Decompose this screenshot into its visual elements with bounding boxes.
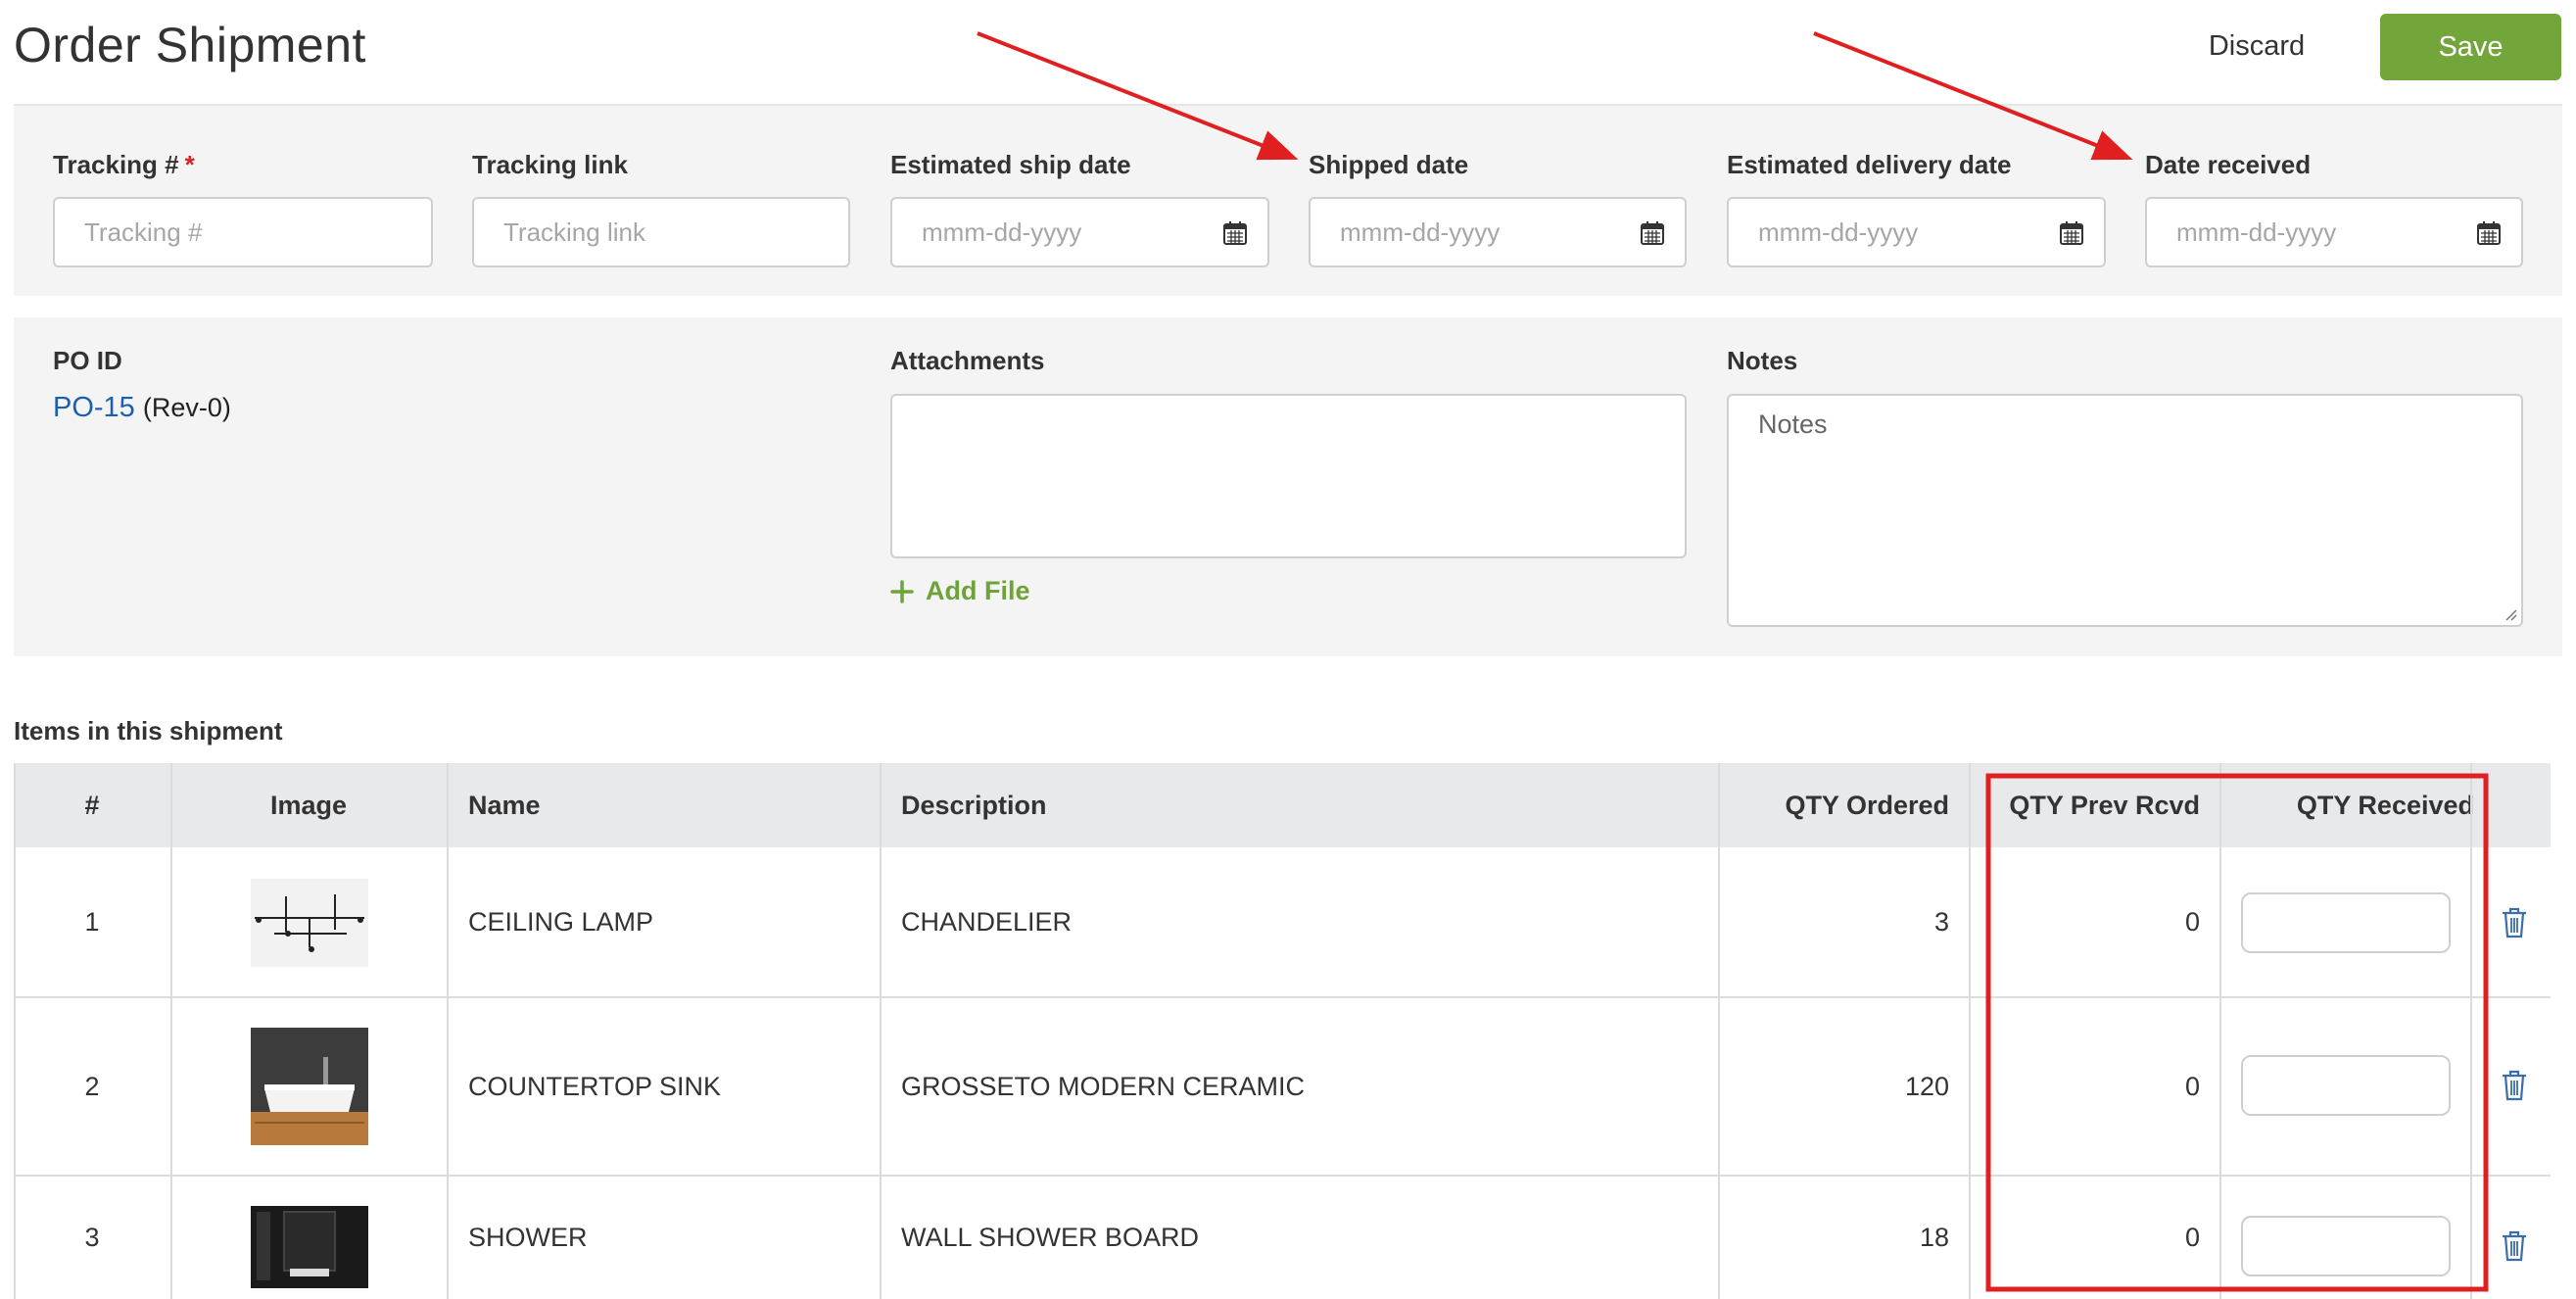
item-description: WALL SHOWER BOARD (901, 1223, 1200, 1252)
trash-icon[interactable] (2500, 906, 2529, 939)
page-title: Order Shipment (14, 18, 366, 72)
shipped-date-placeholder: mmm-dd-yyyy (1340, 216, 1501, 247)
qty-received-input[interactable] (2241, 1216, 2451, 1276)
tracking-number-label: Tracking # * (53, 149, 195, 180)
row-number: 1 (84, 906, 100, 937)
shower-image (251, 1206, 368, 1288)
items-section-label: Items in this shipment (14, 716, 283, 746)
column-header-number: # (84, 790, 100, 820)
item-name: SHOWER (468, 1223, 588, 1252)
row-number: 3 (84, 1223, 100, 1252)
po-id-label: PO ID (53, 346, 122, 375)
date-received-input[interactable]: mmm-dd-yyyy (2145, 197, 2523, 267)
add-file-label: Add File (926, 576, 1030, 605)
product-thumbnail-countertop-sink (251, 1028, 368, 1145)
qty-prev-received: 0 (2184, 906, 2200, 937)
estimated-ship-date-placeholder: mmm-dd-yyyy (922, 216, 1082, 247)
estimated-delivery-date-input[interactable]: mmm-dd-yyyy (1727, 197, 2106, 267)
attachments-dropzone[interactable] (890, 394, 1687, 558)
qty-ordered: 120 (1904, 1071, 1949, 1101)
qty-ordered: 18 (1919, 1223, 1949, 1252)
notes-label: Notes (1727, 346, 1798, 375)
sink-image (251, 1028, 368, 1145)
column-header-qty-ordered: QTY Ordered (1785, 790, 1949, 820)
column-divider (2470, 763, 2472, 1299)
trash-icon[interactable] (2500, 1069, 2529, 1102)
notes-textarea[interactable]: Notes (1727, 394, 2523, 627)
po-revision: (Rev-0) (142, 393, 231, 422)
qty-received-input[interactable] (2241, 1055, 2451, 1116)
product-thumbnail-shower (251, 1206, 368, 1288)
discard-button[interactable]: Discard (2178, 20, 2335, 72)
column-divider (1969, 763, 1971, 1299)
chandelier-image (255, 894, 364, 952)
column-divider (447, 763, 449, 1299)
calendar-icon[interactable] (1640, 220, 1665, 246)
tracking-link-input[interactable]: Tracking link (472, 197, 850, 267)
trash-icon[interactable] (2500, 1229, 2529, 1263)
qty-ordered: 3 (1933, 906, 1949, 937)
qty-received-input[interactable] (2241, 892, 2451, 953)
required-mark: * (184, 150, 195, 179)
row-number: 2 (84, 1071, 100, 1101)
item-description: CHANDELIER (901, 906, 1073, 937)
qty-prev-received: 0 (2184, 1223, 2200, 1252)
save-button[interactable]: Save (2380, 14, 2561, 80)
column-header-description: Description (901, 790, 1047, 820)
column-header-name: Name (468, 790, 541, 820)
column-header-image: Image (269, 790, 348, 820)
attachments-label: Attachments (890, 346, 1045, 375)
calendar-icon[interactable] (2059, 220, 2084, 246)
tracking-number-input[interactable]: Tracking # (53, 197, 433, 267)
tracking-link-label: Tracking link (472, 150, 628, 179)
po-link[interactable]: PO-15 (53, 392, 135, 423)
date-received-label: Date received (2145, 150, 2312, 179)
item-name: COUNTERTOP SINK (468, 1071, 722, 1101)
column-header-qty-received: QTY Received (2296, 790, 2474, 820)
estimated-ship-date-label: Estimated ship date (890, 150, 1131, 179)
item-description: GROSSETO MODERN CERAMIC (901, 1071, 1306, 1101)
shipped-date-input[interactable]: mmm-dd-yyyy (1309, 197, 1687, 267)
estimated-delivery-date-placeholder: mmm-dd-yyyy (1758, 216, 1919, 247)
items-table: # Image Name Description QTY Ordered QTY… (14, 763, 2551, 1299)
column-header-qty-prev-rcvd: QTY Prev Rcvd (2009, 790, 2200, 820)
add-file-button[interactable]: Add File (890, 576, 1030, 606)
qty-prev-received: 0 (2184, 1071, 2200, 1101)
column-divider (880, 763, 882, 1299)
calendar-icon[interactable] (1222, 220, 1248, 246)
tracking-link-placeholder: Tracking link (503, 216, 645, 247)
column-divider (170, 763, 172, 1299)
notes-placeholder: Notes (1758, 409, 1828, 439)
tracking-number-label-text: Tracking # (53, 150, 179, 179)
column-divider (2219, 763, 2221, 1299)
tracking-number-placeholder: Tracking # (84, 216, 203, 247)
shipped-date-label: Shipped date (1309, 150, 1469, 179)
date-received-placeholder: mmm-dd-yyyy (2176, 216, 2337, 247)
product-thumbnail-ceiling-lamp (251, 879, 368, 967)
calendar-icon[interactable] (2476, 220, 2502, 246)
resize-handle-icon[interactable] (2502, 605, 2517, 621)
po-id-value: PO-15 (Rev-0) (53, 390, 231, 430)
item-name: CEILING LAMP (468, 906, 654, 937)
plus-icon (890, 579, 914, 603)
estimated-ship-date-input[interactable]: mmm-dd-yyyy (890, 197, 1269, 267)
estimated-delivery-date-label: Estimated delivery date (1727, 150, 2012, 179)
